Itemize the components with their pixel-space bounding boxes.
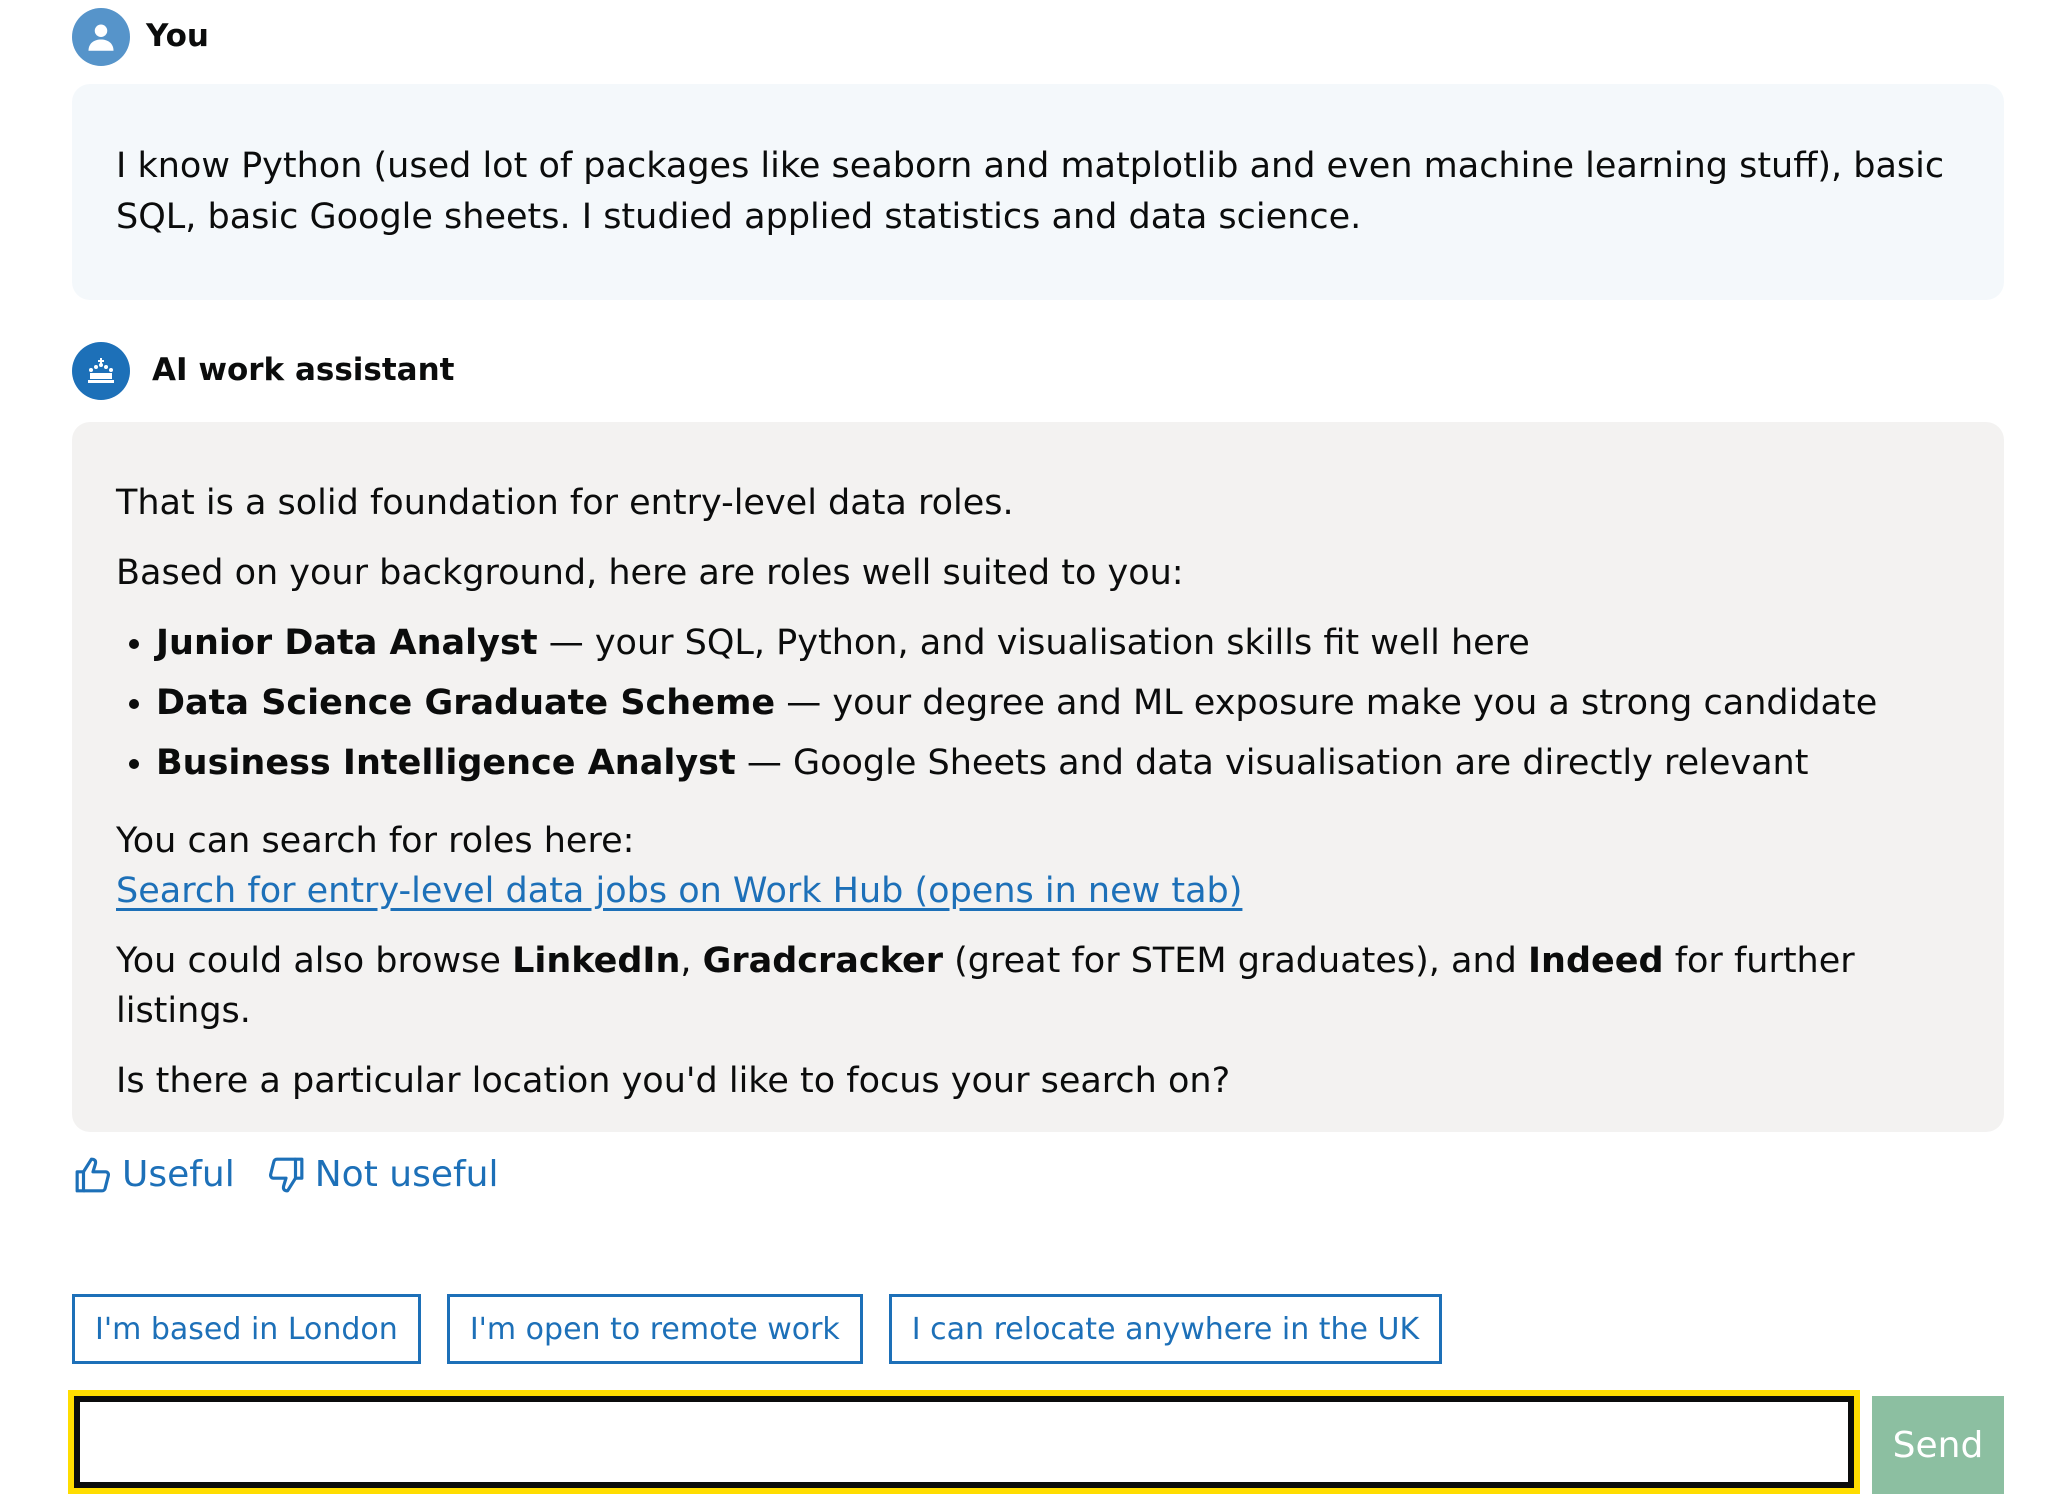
not-useful-label: Not useful	[314, 1154, 499, 1195]
role-title: Business Intelligence Analyst	[156, 743, 736, 783]
user-message-bubble: I know Python (used lot of packages like…	[72, 84, 2004, 300]
crown-icon	[88, 358, 114, 383]
thumbs-up-icon	[75, 1157, 111, 1192]
user-name: You	[146, 18, 209, 54]
role-desc: — your degree and ML exposure make you a…	[775, 683, 1878, 723]
role-title: Junior Data Analyst	[156, 623, 538, 663]
browse-prefix: You could also browse	[116, 941, 513, 981]
message-input[interactable]	[74, 1396, 1854, 1488]
browse-mid: (great for STEM graduates), and	[943, 941, 1529, 981]
message-input-wrapper	[68, 1390, 1860, 1494]
person-icon	[88, 24, 114, 51]
site-gradcracker: Gradcracker	[702, 941, 944, 981]
search-intro: You can search for roles here:	[116, 821, 635, 861]
not-useful-button[interactable]: Not useful	[267, 1154, 499, 1195]
suggestion-relocate[interactable]: I can relocate anywhere in the UK	[888, 1294, 1443, 1364]
role-desc: — Google Sheets and data visualisation a…	[735, 743, 1809, 783]
role-desc: — your SQL, Python, and visualisation sk…	[537, 623, 1530, 663]
role-item: Junior Data Analyst — your SQL, Python, …	[156, 618, 1960, 668]
suggestion-london[interactable]: I'm based in London	[72, 1294, 421, 1364]
assistant-name: AI work assistant	[152, 352, 455, 388]
role-item: Data Science Graduate Scheme — your degr…	[156, 678, 1960, 728]
browse-sites-text: You could also browse LinkedIn, Gradcrac…	[116, 936, 1960, 1036]
suggestion-remote[interactable]: I'm open to remote work	[446, 1294, 863, 1364]
assistant-question: Is there a particular location you'd lik…	[116, 1061, 1231, 1101]
search-block: You can search for roles here: Search fo…	[116, 816, 1960, 916]
suggested-replies: I'm based in London I'm open to remote w…	[72, 1294, 1443, 1364]
role-title: Data Science Graduate Scheme	[156, 683, 776, 723]
site-indeed: Indeed	[1528, 941, 1664, 981]
search-jobs-link[interactable]: Search for entry-level data jobs on Work…	[116, 871, 1242, 911]
useful-label: Useful	[122, 1154, 235, 1195]
assistant-message-bubble: That is a solid foundation for entry-lev…	[72, 422, 2004, 1132]
assistant-lead: Based on your background, here are roles…	[116, 553, 1184, 593]
browse-sep: ,	[680, 941, 703, 981]
user-avatar	[72, 8, 130, 66]
assistant-intro: That is a solid foundation for entry-lev…	[116, 483, 1014, 523]
useful-button[interactable]: Useful	[74, 1154, 235, 1195]
feedback-bar: Useful Not useful	[74, 1154, 498, 1195]
send-button[interactable]: Send	[1872, 1396, 2004, 1494]
role-item: Business Intelligence Analyst — Google S…	[156, 738, 1960, 788]
user-message-text: I know Python (used lot of packages like…	[116, 146, 1945, 237]
thumbs-down-icon	[268, 1157, 304, 1192]
role-list: Junior Data Analyst — your SQL, Python, …	[116, 618, 1960, 788]
site-linkedin: LinkedIn	[512, 941, 681, 981]
assistant-avatar	[72, 342, 130, 400]
